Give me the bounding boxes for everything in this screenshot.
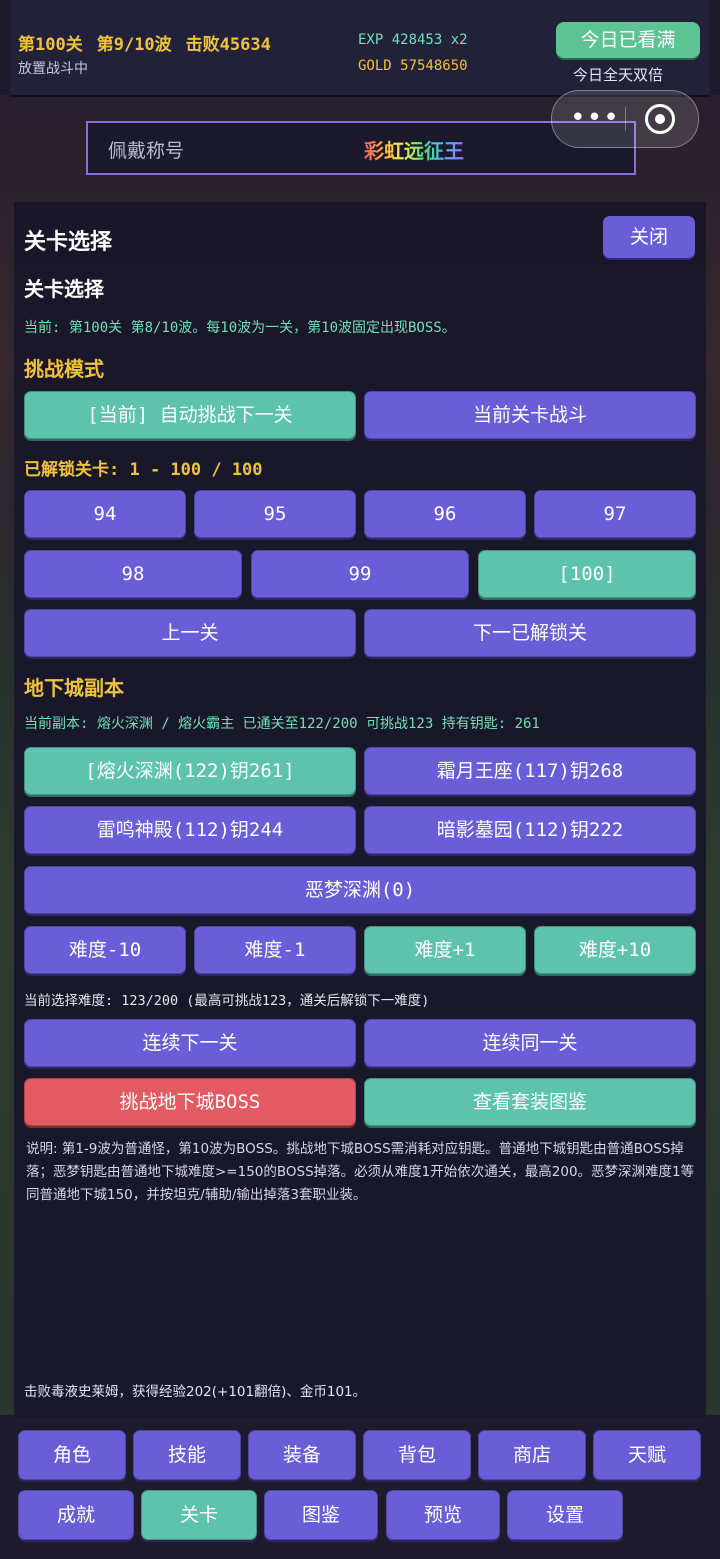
more-icon[interactable]: ••• <box>570 103 620 133</box>
current-battle-button[interactable]: 当前关卡战斗 <box>364 391 696 439</box>
double-exp-label: 今日全天双倍 <box>573 66 664 84</box>
difficulty-plus-10-button[interactable]: 难度+10 <box>534 926 696 974</box>
title-value: 彩虹远征王 <box>364 135 464 164</box>
hud-level: 第100关 <box>18 35 83 55</box>
difficulty-info: 当前选择难度: 123/200 (最高可挑战123，通关后解锁下一难度) <box>24 993 430 1009</box>
nav-bag[interactable]: 背包 <box>363 1430 471 1480</box>
close-button[interactable]: 关闭 <box>603 216 695 258</box>
dungeon-boss-button[interactable]: 挑战地下城BOSS <box>24 1078 356 1126</box>
level-button[interactable]: 99 <box>251 550 469 598</box>
nav-character[interactable]: 角色 <box>18 1430 126 1480</box>
watch-ad-button[interactable]: 今日已看满 <box>556 22 700 58</box>
top-hud: 第100关 第9/10波 击败45634 放置战斗中 EXP 428453 x2 G… <box>10 0 710 97</box>
nav-shop[interactable]: 商店 <box>478 1430 586 1480</box>
hud-gold: GOLD 57548650 <box>358 58 468 74</box>
continue-next-button[interactable]: 连续下一关 <box>24 1019 356 1067</box>
continue-same-button[interactable]: 连续同一关 <box>364 1019 696 1067</box>
prev-level-button[interactable]: 上一关 <box>24 609 356 657</box>
nav-levels[interactable]: 关卡 <box>141 1490 257 1540</box>
next-unlocked-button[interactable]: 下一已解锁关 <box>364 609 696 657</box>
nav-skills[interactable]: 技能 <box>133 1430 241 1480</box>
hud-exp: EXP 428453 x2 <box>358 32 468 48</box>
current-level-info: 当前: 第100关 第8/10波。每10波为一关，第10波固定出现BOSS。 <box>24 320 456 336</box>
miniprogram-capsule: ••• <box>551 90 699 148</box>
difficulty-minus-10-button[interactable]: 难度-10 <box>24 926 186 974</box>
nav-settings[interactable]: 设置 <box>507 1490 623 1540</box>
level-button[interactable]: 97 <box>534 490 696 538</box>
hud-status: 放置战斗中 <box>18 61 88 77</box>
dungeon-button-current[interactable]: [熔火深渊(122)钥261] <box>24 747 356 795</box>
set-collection-button[interactable]: 查看套装图鉴 <box>364 1078 696 1126</box>
capsule-divider <box>625 107 626 131</box>
dungeon-title: 地下城副本 <box>24 676 124 700</box>
bottom-nav: 角色 技能 装备 背包 商店 天赋 成就 关卡 图鉴 预览 设置 <box>0 1418 720 1559</box>
title-label: 佩戴称号 <box>108 140 185 162</box>
dungeon-button[interactable]: 暗影墓园(112)钥222 <box>364 806 696 854</box>
level-button[interactable]: 98 <box>24 550 242 598</box>
level-button-current[interactable]: [100] <box>478 550 696 598</box>
difficulty-minus-1-button[interactable]: 难度-1 <box>194 926 356 974</box>
hud-defeated: 击败45634 <box>185 35 271 55</box>
nav-talent[interactable]: 天赋 <box>593 1430 701 1480</box>
dungeon-button[interactable]: 霜月王座(117)钥268 <box>364 747 696 795</box>
hud-wave: 第9/10波 <box>96 35 172 55</box>
nightmare-dungeon-button[interactable]: 恶梦深渊(0) <box>24 866 696 914</box>
dungeon-button[interactable]: 雷鸣神殿(112)钥244 <box>24 806 356 854</box>
auto-challenge-button[interactable]: [当前] 自动挑战下一关 <box>24 391 356 439</box>
dungeon-info: 当前副本: 熔火深渊 / 熔火霸主 已通关至122/200 可挑战123 持有钥… <box>24 716 540 732</box>
battle-log-line: 击败毒液史莱姆，获得经验202(+101翻倍)、金币101。 <box>24 1384 367 1400</box>
level-select-panel: 关卡选择 关闭 关卡选择 当前: 第100关 第8/10波。每10波为一关，第1… <box>14 202 706 1418</box>
close-miniprogram-icon[interactable] <box>645 104 675 134</box>
unlocked-levels: 已解锁关卡: 1 - 100 / 100 <box>24 460 263 480</box>
section-title: 关卡选择 <box>24 277 104 301</box>
hud-progress: 第100关 第9/10波 击败45634 <box>18 30 285 55</box>
panel-title: 关卡选择 <box>24 230 113 255</box>
difficulty-plus-1-button[interactable]: 难度+1 <box>364 926 526 974</box>
level-button[interactable]: 96 <box>364 490 526 538</box>
mode-title: 挑战模式 <box>24 357 104 381</box>
level-button[interactable]: 95 <box>194 490 356 538</box>
nav-achievements[interactable]: 成就 <box>18 1490 134 1540</box>
nav-equipment[interactable]: 装备 <box>248 1430 356 1480</box>
nav-preview[interactable]: 预览 <box>386 1490 500 1540</box>
level-button[interactable]: 94 <box>24 490 186 538</box>
nav-collection[interactable]: 图鉴 <box>264 1490 378 1540</box>
description-text: 说明: 第1-9波为普通怪，第10波为BOSS。挑战地下城BOSS需消耗对应钥匙… <box>26 1141 695 1203</box>
